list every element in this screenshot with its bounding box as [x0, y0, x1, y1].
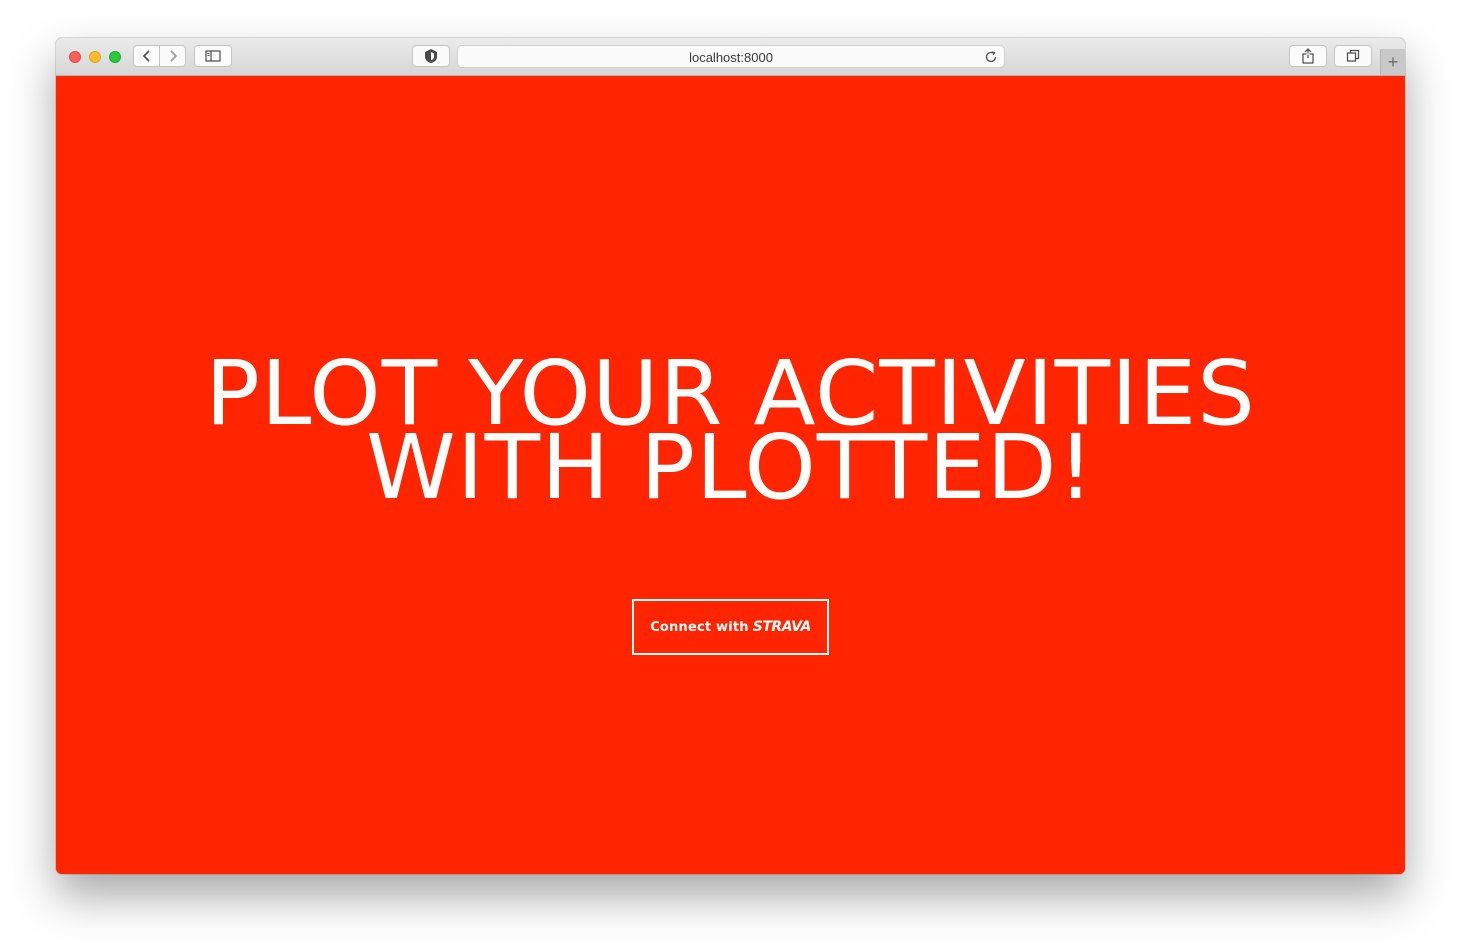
strava-logo: STRAVA	[752, 619, 812, 635]
hero-headline: PLOT YOUR ACTIVITIES WITH PLOTTED!	[56, 349, 1405, 512]
connect-button-label: Connect with	[650, 619, 749, 635]
privacy-button[interactable]	[412, 45, 450, 67]
address-text: localhost:8000	[689, 50, 773, 65]
forward-icon	[169, 50, 177, 62]
sidebar-icon	[205, 50, 221, 62]
new-tab-icon: +	[1387, 51, 1399, 72]
page-content: PLOT YOUR ACTIVITIES WITH PLOTTED! Conne…	[56, 76, 1405, 874]
tabs-overview-button[interactable]	[1334, 45, 1372, 67]
tabs-overview-icon	[1346, 49, 1360, 62]
navigation-buttons	[133, 45, 186, 67]
maximize-window-button[interactable]	[109, 51, 121, 63]
minimize-window-button[interactable]	[89, 51, 101, 63]
address-bar[interactable]: localhost:8000	[457, 45, 1005, 68]
close-window-button[interactable]	[69, 51, 81, 63]
back-button[interactable]	[134, 46, 159, 66]
forward-button[interactable]	[159, 46, 185, 66]
share-button[interactable]	[1289, 45, 1327, 67]
connect-with-strava-button[interactable]: Connect with STRAVA	[632, 599, 829, 655]
new-tab-button[interactable]: +	[1380, 49, 1405, 75]
privacy-shield-icon	[425, 49, 437, 63]
headline-line-2: WITH PLOTTED!	[366, 415, 1095, 519]
reload-icon[interactable]	[983, 49, 999, 65]
share-icon	[1302, 48, 1314, 64]
browser-window: localhost:8000 + PLOT YOUR ACTIVITIES WI…	[56, 38, 1405, 874]
browser-toolbar: localhost:8000 +	[56, 38, 1405, 76]
back-icon	[142, 50, 150, 62]
sidebar-button[interactable]	[194, 45, 232, 67]
